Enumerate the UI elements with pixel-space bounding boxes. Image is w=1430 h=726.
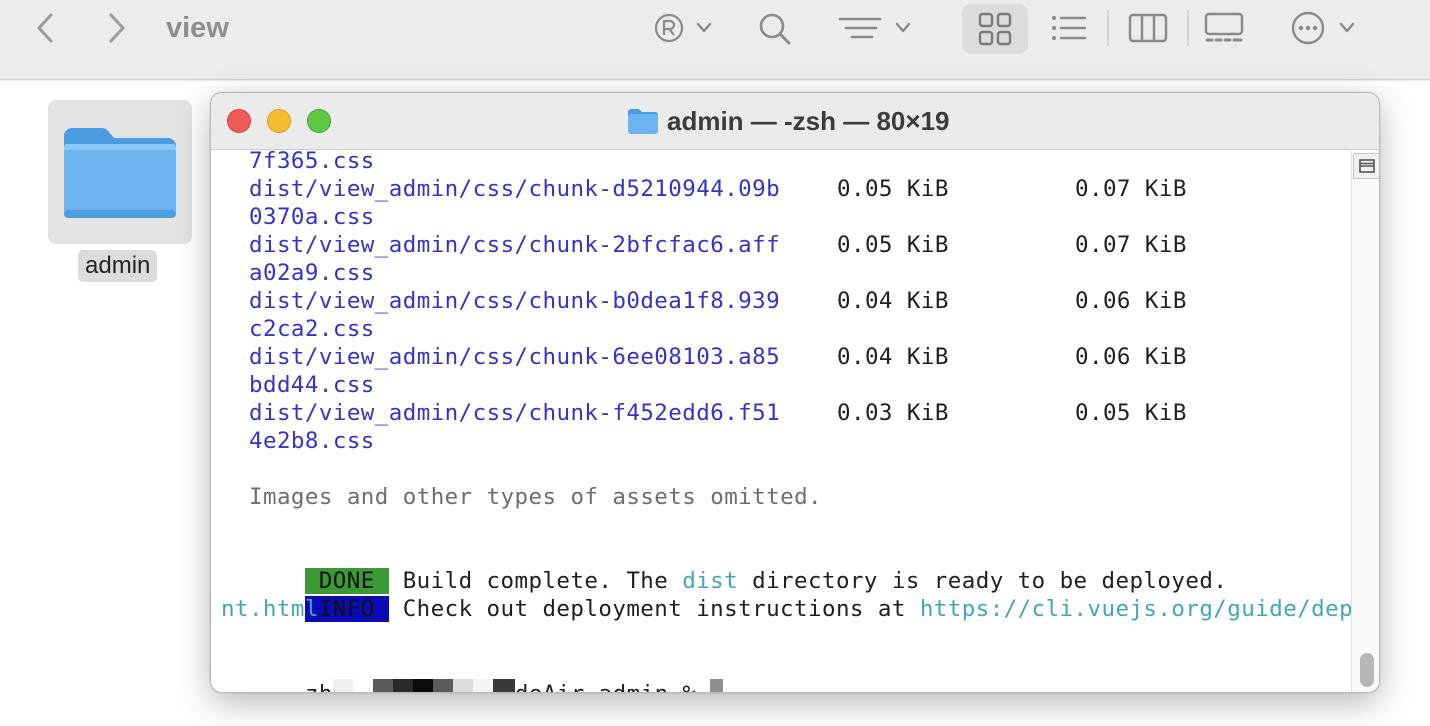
terminal-line: dist/view_admin/css/chunk-2bfcfac6.aff 0… — [249, 232, 1187, 258]
assets-omitted-note: Images and other types of assets omitted… — [249, 484, 823, 510]
deployment-guide-link-cont[interactable]: nt.html — [221, 595, 319, 623]
build-done-line: DONE Build complete. The dist directory … — [304, 568, 1228, 594]
group-by-dropdown-button[interactable] — [836, 6, 918, 50]
chevron-right-icon — [109, 13, 125, 43]
registered-icon — [654, 13, 712, 43]
terminal-line: 4e2b8.css — [249, 428, 375, 454]
terminal-titlebar[interactable]: admin — -zsh — 80×19 — [211, 93, 1379, 150]
terminal-title: admin — -zsh — 80×19 — [667, 105, 950, 136]
prompt-host: deAir admin % — [515, 681, 711, 692]
close-window-button[interactable] — [227, 109, 251, 133]
terminal-window: admin — -zsh — 80×19 7f365.css dist/view… — [210, 92, 1380, 693]
deployment-guide-link[interactable]: https://cli.vuejs.org/guide/deployme — [920, 596, 1379, 622]
toolbar-separator — [1187, 10, 1189, 46]
terminal-line: dist/view_admin/css/chunk-d5210944.09b 0… — [249, 176, 1187, 202]
search-button[interactable] — [754, 6, 794, 50]
deploy-info-line: INFO Check out deployment instructions a… — [221, 567, 1379, 622]
prompt-user: zh — [305, 681, 333, 692]
finder-window-title: view — [166, 12, 229, 44]
more-actions-dropdown-button[interactable] — [1288, 6, 1360, 50]
terminal-title-group: admin — -zsh — 80×19 — [627, 105, 949, 137]
text-cursor — [710, 679, 724, 692]
folder-icon — [64, 128, 176, 218]
list-view-button[interactable] — [1046, 6, 1090, 50]
terminal-output[interactable]: 7f365.css dist/view_admin/css/chunk-d521… — [221, 148, 1379, 692]
terminal-line: dist/view_admin/css/chunk-b0dea1f8.939 0… — [249, 288, 1187, 314]
folder-item-admin[interactable] — [48, 100, 192, 244]
zoom-window-button[interactable] — [307, 109, 331, 133]
chevron-left-icon — [37, 13, 53, 43]
split-pane-icon — [1358, 159, 1375, 173]
list-sort-icon — [838, 17, 911, 39]
redacted-hostname — [332, 679, 515, 692]
gallery-view-icon — [1204, 12, 1244, 42]
terminal-line: a02a9.css — [249, 260, 375, 286]
tag-dropdown-button[interactable] — [652, 6, 720, 50]
ellipsis-circle-icon — [1291, 11, 1355, 45]
list-view-icon — [1052, 16, 1087, 40]
toolbar-separator — [1107, 10, 1109, 46]
minimize-window-button[interactable] — [267, 109, 291, 133]
gallery-view-button[interactable] — [1202, 6, 1246, 50]
folder-icon — [628, 109, 658, 134]
column-view-button[interactable] — [1126, 6, 1170, 50]
terminal-line: 7f365.css — [249, 148, 375, 174]
finder-toolbar: view — [0, 0, 1430, 80]
terminal-line: bdd44.css — [249, 372, 375, 398]
forward-button[interactable] — [98, 10, 134, 46]
terminal-line: dist/view_admin/css/chunk-6ee08103.a85 0… — [249, 344, 1187, 370]
shell-prompt: zh deAir admin % — [221, 651, 724, 692]
icon-view-button[interactable] — [962, 4, 1028, 54]
folder-icon-selection — [48, 100, 192, 244]
grid-view-icon — [978, 12, 1012, 46]
terminal-line: c2ca2.css — [249, 316, 375, 342]
terminal-line: 0370a.css — [249, 204, 375, 230]
scrollbar-thumb[interactable] — [1360, 653, 1374, 687]
split-pane-button[interactable] — [1353, 153, 1379, 179]
terminal-scrollbar[interactable] — [1351, 151, 1379, 692]
folder-label-admin[interactable]: admin — [78, 250, 158, 282]
column-view-icon — [1128, 13, 1168, 43]
terminal-line: dist/view_admin/css/chunk-f452edd6.f51 0… — [249, 400, 1187, 426]
back-button[interactable] — [28, 10, 64, 46]
search-icon — [759, 13, 791, 45]
